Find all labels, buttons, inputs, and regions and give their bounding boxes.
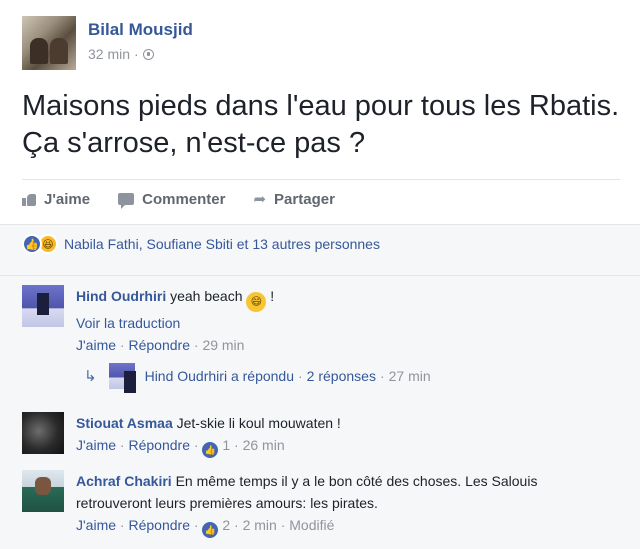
post-actions: J'aime Commenter ➦ Partager	[22, 190, 363, 209]
reply-time: 27 min	[388, 368, 431, 384]
comment-author[interactable]: Achraf Chakiri	[76, 473, 172, 489]
share-label: Partager	[274, 190, 335, 208]
comment-body: Hind Oudrhiri yeah beach 😄 ! Voir la tra…	[76, 285, 274, 356]
comment-author[interactable]: Stiouat Asmaa	[76, 415, 173, 431]
reaction-names[interactable]: Nabila Fathi, Soufiane Sbiti et 13 autre…	[64, 236, 380, 252]
comment-text: yeah beach	[170, 288, 243, 304]
like-count-icon: 👍	[202, 442, 219, 458]
share-arrow-icon: ➦	[253, 191, 267, 208]
comment-reply-link[interactable]: Répondre	[128, 337, 190, 353]
comment-reply-link[interactable]: Répondre	[128, 437, 190, 453]
comment-meta: J'aime · Répondre · 29 min	[76, 337, 245, 353]
like-button[interactable]: J'aime	[22, 191, 90, 208]
reply-avatar	[108, 363, 136, 393]
comment-author[interactable]: Hind Oudrhiri	[76, 288, 166, 304]
comment-like-count[interactable]: 2	[222, 517, 230, 533]
commenter-avatar[interactable]	[22, 470, 64, 512]
comment-like-link[interactable]: J'aime	[76, 437, 116, 453]
see-translation-link[interactable]: Voir la traduction	[76, 312, 274, 334]
thumbs-up-icon	[22, 193, 36, 206]
post-header: Bilal Mousjid 32 min ·	[22, 16, 193, 70]
divider	[22, 179, 620, 180]
share-button[interactable]: ➦ Partager	[253, 190, 335, 209]
speech-bubble-icon	[118, 193, 135, 209]
like-label: J'aime	[44, 190, 91, 208]
comment-reply-link[interactable]: Répondre	[128, 517, 190, 533]
comment-like-link[interactable]: J'aime	[76, 337, 116, 353]
comment-label: Commenter	[142, 190, 226, 208]
comment-body: Achraf Chakiri En même temps il y a le b…	[76, 470, 616, 538]
post-text: Maisons pieds dans l'eau pour tous les R…	[22, 90, 620, 159]
comment-text-suffix: !	[270, 288, 275, 304]
meta-separator: ·	[134, 46, 139, 62]
reply-arrow-icon: ↳	[84, 368, 97, 385]
comment-body: Stiouat Asmaa Jet-skie li koul mouwaten …	[76, 412, 341, 458]
author-avatar[interactable]	[22, 16, 76, 70]
comment-text: Jet-skie li koul mouwaten !	[176, 415, 341, 431]
reply-summary-text[interactable]: Hind Oudrhiri a répondu	[145, 368, 294, 384]
comment-edited-label[interactable]: Modifié	[289, 517, 334, 533]
like-count-icon: 👍	[202, 522, 219, 538]
author-name[interactable]: Bilal Mousjid	[88, 20, 193, 40]
grin-emoji-icon: 😄	[246, 292, 267, 312]
commenter-avatar[interactable]	[22, 285, 64, 327]
globe-icon[interactable]	[142, 48, 154, 60]
comment-time[interactable]: 29 min	[202, 337, 244, 353]
post-meta: 32 min ·	[88, 46, 193, 62]
reactions-summary[interactable]: 👍 😆 Nabila Fathi, Soufiane Sbiti et 13 a…	[22, 234, 380, 254]
commenter-avatar[interactable]	[22, 412, 64, 454]
comment-item: Achraf Chakiri En même temps il y a le b…	[22, 470, 616, 538]
comment-item: Hind Oudrhiri yeah beach 😄 ! Voir la tra…	[22, 285, 274, 356]
divider	[0, 275, 640, 276]
comment-item: Stiouat Asmaa Jet-skie li koul mouwaten …	[22, 412, 341, 458]
post-time[interactable]: 32 min	[88, 46, 130, 62]
comment-meta: J'aime · Répondre · 👍 1 · 26 min	[76, 434, 341, 458]
author-block: Bilal Mousjid 32 min ·	[88, 20, 193, 70]
reply-count[interactable]: 2 réponses	[307, 368, 376, 384]
comment-time[interactable]: 2 min	[243, 517, 277, 533]
comment-like-link[interactable]: J'aime	[76, 517, 116, 533]
like-reaction-icon: 👍	[22, 234, 42, 254]
comment-button[interactable]: Commenter	[118, 190, 226, 209]
comment-meta: J'aime · Répondre · 👍 2 · 2 min · Modifi…	[76, 514, 616, 538]
reply-summary[interactable]: ↳ Hind Oudrhiri a répondu · 2 réponses ·…	[84, 363, 431, 393]
comment-time[interactable]: 26 min	[243, 437, 285, 453]
comment-like-count[interactable]: 1	[222, 437, 230, 453]
